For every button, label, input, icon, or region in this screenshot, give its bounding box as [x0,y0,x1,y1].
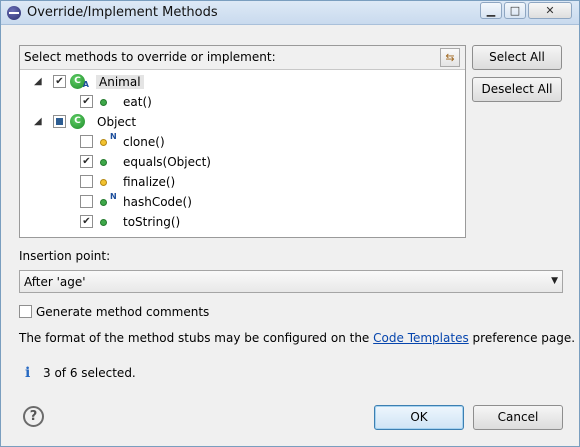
tree-row-method[interactable]: eat() [20,92,465,112]
code-templates-link[interactable]: Code Templates [373,331,469,345]
generate-comments-label[interactable]: Generate method comments [36,305,209,319]
tree-row-method[interactable]: toString() [20,212,465,232]
info-icon: i [25,365,31,381]
protected-method-icon [100,139,107,146]
method-label: toString() [123,215,181,229]
title-bar[interactable]: Override/Implement Methods ▁ □ ✕ [1,1,579,25]
method-checkbox[interactable] [80,175,93,188]
select-all-button[interactable]: Select All [472,45,562,70]
method-checkbox[interactable] [80,155,93,168]
eclipse-icon [7,6,21,20]
panel-header: Select methods to override or implement:… [20,46,465,70]
dialog-window: Override/Implement Methods ▁ □ ✕ Select … [0,0,580,447]
deselect-all-button[interactable]: Deselect All [472,77,562,102]
expand-arrow-icon[interactable]: ◢ [34,77,42,87]
class-checkbox[interactable] [53,115,66,128]
method-checkbox[interactable] [80,135,93,148]
tree-row-class[interactable]: ◢ C Animal [20,72,465,92]
insertion-point-label: Insertion point: [19,249,111,263]
method-label: finalize() [123,175,176,189]
class-label: Animal [96,75,144,89]
tree-row-class[interactable]: ◢ C Object [20,112,465,132]
ok-button[interactable]: OK [374,405,464,430]
expand-arrow-icon[interactable]: ◢ [34,117,42,127]
tree-row-method[interactable]: N clone() [20,132,465,152]
class-icon: C [70,114,85,129]
insertion-point-value: After 'age' [24,275,86,289]
methods-tree[interactable]: ◢ C Animal eat() ◢ C Object [20,71,465,237]
public-method-icon [100,199,107,206]
help-icon[interactable]: ? [23,406,44,427]
generate-comments-checkbox[interactable] [19,305,32,318]
info-suffix: preference page. [472,331,576,345]
tree-row-method[interactable]: finalize() [20,172,465,192]
status-text: 3 of 6 selected. [43,366,136,380]
method-label: eat() [123,95,152,109]
panel-label: Select methods to override or implement: [24,50,276,64]
class-checkbox[interactable] [53,75,66,88]
cancel-button[interactable]: Cancel [473,405,563,430]
methods-panel: Select methods to override or implement:… [19,45,466,238]
method-label: hashCode() [123,195,192,209]
method-label: clone() [123,135,165,149]
protected-method-icon [100,179,107,186]
insertion-point-select[interactable]: After 'age' ▼ [19,270,563,293]
sort-icon[interactable]: ⇆ [440,48,460,67]
method-label: equals(Object) [123,155,211,169]
info-text: The format of the method stubs may be co… [19,331,575,345]
method-checkbox[interactable] [80,215,93,228]
info-prefix: The format of the method stubs may be co… [19,331,370,345]
native-marker-icon: N [110,192,117,201]
minimize-button[interactable]: ▁ [480,2,502,19]
public-method-icon [100,99,107,106]
method-checkbox[interactable] [80,95,93,108]
class-label: Object [97,115,137,129]
close-button[interactable]: ✕ [528,2,572,19]
tree-row-method[interactable]: N hashCode() [20,192,465,212]
public-method-icon [100,219,107,226]
method-checkbox[interactable] [80,195,93,208]
window-title: Override/Implement Methods [27,5,218,20]
tree-row-method[interactable]: equals(Object) [20,152,465,172]
chevron-down-icon: ▼ [551,276,558,286]
public-method-icon [100,159,107,166]
native-marker-icon: N [110,132,117,141]
maximize-button[interactable]: □ [504,2,526,19]
class-icon: C [70,74,89,92]
